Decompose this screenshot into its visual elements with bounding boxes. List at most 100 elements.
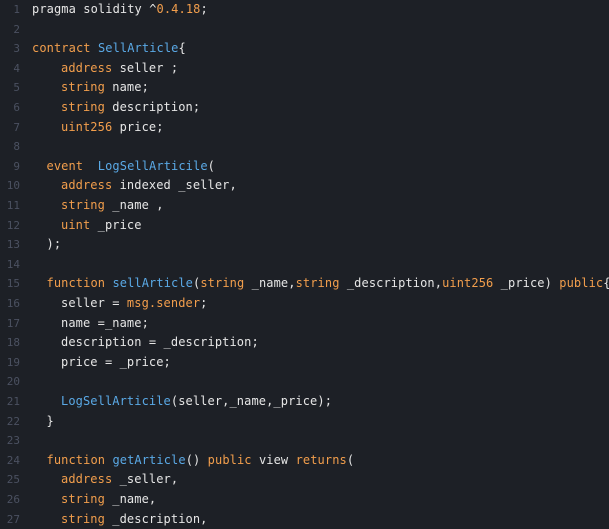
code-line[interactable]: 21 LogSellArticile(seller,_name,_price);	[0, 392, 609, 412]
code-line[interactable]: 23	[0, 431, 609, 451]
code-line[interactable]: 25 address _seller,	[0, 470, 609, 490]
code-line[interactable]: 16seller = msg.sender;	[0, 294, 609, 314]
line-number: 15	[0, 274, 20, 294]
text-token: _seller,	[112, 472, 178, 486]
code-line[interactable]: 11 string _name ,	[0, 196, 609, 216]
text-token: name;	[105, 80, 149, 94]
text-token: (seller,_name,_price);	[171, 394, 332, 408]
line-number: 20	[0, 372, 20, 392]
line-number: 21	[0, 392, 20, 412]
line-number: 18	[0, 333, 20, 353]
text-token: description = _description;	[61, 335, 259, 349]
keyword-token: string	[61, 80, 105, 94]
code-line[interactable]: 10 address indexed _seller,	[0, 176, 609, 196]
code-text: string _name ,	[61, 196, 164, 216]
code-line[interactable]: 8	[0, 137, 609, 157]
code-line[interactable]: 24function getArticle() public view retu…	[0, 451, 609, 471]
line-number: 5	[0, 78, 20, 98]
code-line[interactable]: 2	[0, 20, 609, 40]
keyword-token: public	[559, 276, 603, 290]
code-editor[interactable]: 1pragma solidity ^0.4.18;23contract Sell…	[0, 0, 609, 520]
code-line[interactable]: 12uint _price	[0, 216, 609, 236]
keyword-token: string	[200, 276, 244, 290]
keyword-token: event	[47, 159, 84, 173]
text-token: view	[252, 453, 296, 467]
code-text: LogSellArticile(seller,_name,_price);	[61, 392, 332, 412]
keyword-token: string	[61, 100, 105, 114]
line-number: 6	[0, 98, 20, 118]
keyword-token: address	[61, 472, 112, 486]
code-text: function getArticle() public view return…	[47, 451, 355, 471]
code-text: address seller ;	[61, 59, 178, 79]
keyword-token: string	[61, 492, 105, 506]
code-text: uint256 price;	[61, 118, 164, 138]
code-line[interactable]: 6 string description;	[0, 98, 609, 118]
keyword-token: contract	[32, 41, 91, 55]
code-text: string _name,	[61, 490, 156, 510]
keyword-token: function	[47, 276, 106, 290]
code-line[interactable]: 14	[0, 255, 609, 275]
code-line[interactable]: 7 uint256 price;	[0, 118, 609, 138]
line-number: 26	[0, 490, 20, 510]
keyword-token: string	[61, 512, 105, 526]
code-line[interactable]: 22}	[0, 412, 609, 432]
identifier-token: sellArticle	[112, 276, 193, 290]
code-line[interactable]: 1 pragma solidity ^0.4.18;	[0, 0, 609, 20]
line-number: 13	[0, 235, 20, 255]
code-line[interactable]: 20	[0, 372, 609, 392]
code-text: contract SellArticle{	[32, 39, 186, 59]
line-number: 4	[0, 59, 20, 79]
code-text: description = _description;	[61, 333, 259, 353]
text-token: _price)	[493, 276, 559, 290]
code-line[interactable]: 9event LogSellArticile(	[0, 157, 609, 177]
keyword-token: address	[61, 178, 112, 192]
code-text: function sellArticle(string _name,string…	[47, 274, 609, 294]
text-token: seller ;	[112, 61, 178, 75]
code-line[interactable]: 4 address seller ;	[0, 59, 609, 79]
text-token: _description,	[340, 276, 443, 290]
line-number: 7	[0, 118, 20, 138]
code-text: string name;	[61, 78, 149, 98]
code-line[interactable]: 19price = _price;	[0, 353, 609, 373]
text-token: _name,	[244, 276, 295, 290]
code-line[interactable]: 5 string name;	[0, 78, 609, 98]
code-text: string description;	[61, 98, 200, 118]
text-token	[91, 41, 98, 55]
text-token: (	[347, 453, 354, 467]
line-number: 10	[0, 176, 20, 196]
code-line[interactable]: 27 string _description,	[0, 510, 609, 529]
line-number: 11	[0, 196, 20, 216]
code-line[interactable]: 17 name =_name;	[0, 314, 609, 334]
line-number: 8	[0, 137, 20, 157]
line-number: 1	[0, 0, 20, 20]
line-number: 17	[0, 314, 20, 334]
code-line[interactable]: 3contract SellArticle{	[0, 39, 609, 59]
line-number: 23	[0, 431, 20, 451]
text-token: );	[47, 237, 62, 251]
code-text: string _description,	[61, 510, 208, 529]
line-number: 25	[0, 470, 20, 490]
text-token: ()	[186, 453, 208, 467]
keyword-token: function	[47, 453, 106, 467]
text-token: (	[208, 159, 215, 173]
text-token: }	[47, 414, 54, 428]
text-token: _price	[90, 218, 141, 232]
code-line[interactable]: 26 string _name,	[0, 490, 609, 510]
line-number: 27	[0, 510, 20, 529]
text-token: seller =	[61, 296, 127, 310]
text-token: indexed _seller,	[112, 178, 237, 192]
identifier-token: getArticle	[112, 453, 185, 467]
text-token: name =_name;	[61, 316, 149, 330]
keyword-token: uint256	[61, 120, 112, 134]
text-token: {	[603, 276, 609, 290]
text-token: {	[179, 41, 186, 55]
keyword-token: string	[296, 276, 340, 290]
identifier-token: SellArticle	[98, 41, 179, 55]
code-text: );	[47, 235, 62, 255]
code-line[interactable]: 13);	[0, 235, 609, 255]
code-line[interactable]: 18 description = _description;	[0, 333, 609, 353]
code-text: pragma solidity ^0.4.18;	[32, 0, 208, 20]
code-line[interactable]: 15 function sellArticle(string _name,stri…	[0, 274, 609, 294]
code-text: seller = msg.sender;	[61, 294, 208, 314]
text-token: _name,	[105, 492, 156, 506]
